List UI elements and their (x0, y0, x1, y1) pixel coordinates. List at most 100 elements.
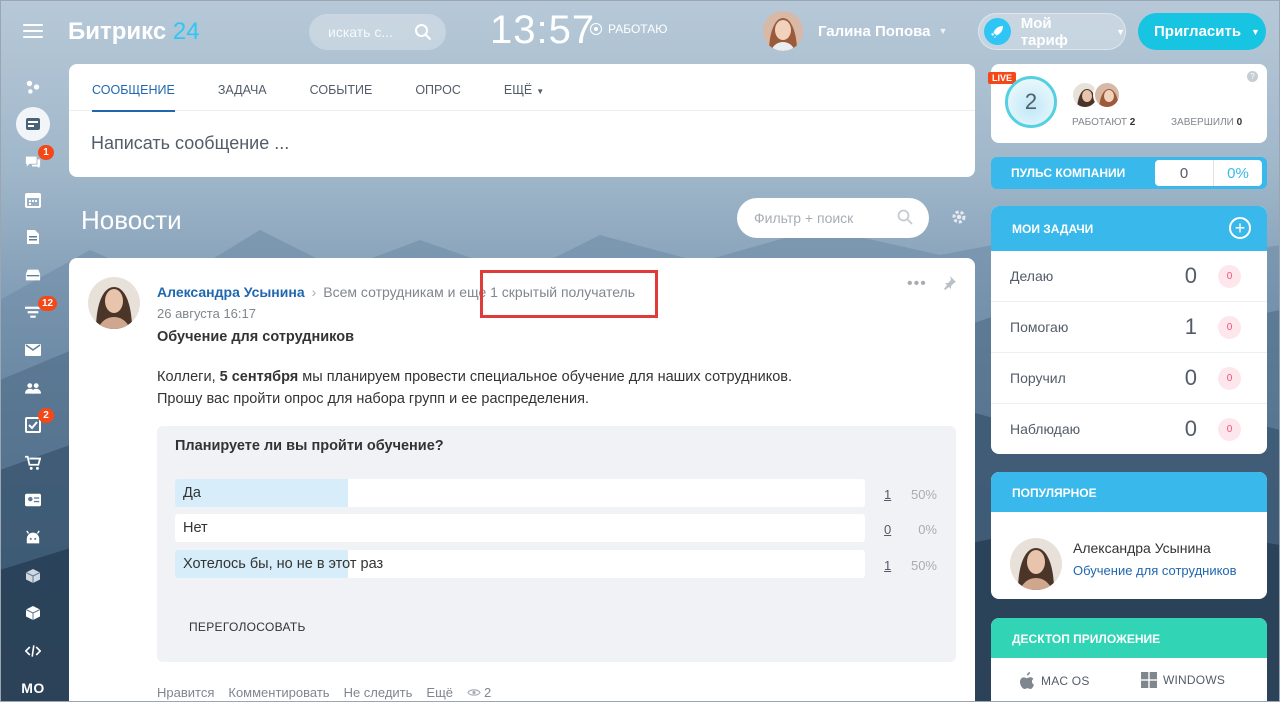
poll-question: Планируете ли вы пройти обучение? (175, 438, 444, 454)
live-badge: LIVE (988, 72, 1017, 84)
tab-more[interactable]: ЕЩЁ ▼ (504, 64, 544, 111)
task-row-label: Поручил (1010, 370, 1066, 386)
user-menu[interactable]: Галина Попова ▼ (763, 11, 947, 51)
post-recipients[interactable]: Всем сотрудникам и еще 1 скрытый получат… (323, 284, 635, 300)
popular-post-link[interactable]: Обучение для сотрудников (1073, 563, 1237, 578)
message-input[interactable]: Написать сообщение ... (69, 111, 975, 154)
poll-option-percent: 50% (910, 487, 937, 502)
popular-widget: ПОПУЛЯРНОЕ Александра Усынина Обучение д… (991, 472, 1267, 599)
sidebar-item-more[interactable]: МО (13, 670, 53, 702)
tab-message[interactable]: СООБЩЕНИЕ (92, 64, 175, 112)
activity-badge: 12 (38, 295, 58, 311)
views-counter[interactable]: 2 (467, 685, 491, 700)
logo-number: 24 (172, 18, 200, 45)
sidebar-item-shop[interactable] (13, 444, 53, 482)
poll-option[interactable]: Нет (175, 514, 865, 542)
poll-option-count[interactable]: 1 (884, 558, 891, 573)
sidebar-item-apps[interactable] (13, 557, 53, 595)
popular-author-name[interactable]: Александра Усынина (1073, 540, 1211, 556)
filter-search-input[interactable]: Фильтр + поиск (737, 198, 929, 238)
menu-toggle-icon[interactable] (23, 24, 43, 40)
poll-option[interactable]: Хотелось бы, но не в этот раз (175, 550, 865, 578)
unfollow-link[interactable]: Не следить (344, 685, 413, 700)
pin-icon[interactable] (942, 276, 956, 290)
task-row[interactable]: Помогаю 1 0 (991, 302, 1267, 353)
tab-more-label: ЕЩЁ (503, 83, 533, 97)
tariff-button[interactable]: Мой тариф ▼ (978, 13, 1126, 50)
sidebar-item-employees[interactable] (13, 369, 53, 407)
sidebar-item-mail[interactable] (13, 331, 53, 369)
clock[interactable]: 13:57 (490, 8, 595, 53)
revote-button[interactable]: ПЕРЕГОЛОСОВАТЬ (189, 620, 306, 634)
gear-icon[interactable] (950, 208, 968, 226)
tasks-title[interactable]: МОИ ЗАДАЧИ (1012, 222, 1093, 236)
avatar[interactable] (1093, 81, 1121, 109)
tab-poll[interactable]: ОПРОС (415, 64, 461, 111)
post-header: Александра Усынина › Всем сотрудникам и … (157, 284, 635, 300)
comment-link[interactable]: Комментировать (228, 685, 329, 700)
sidebar-item-calendar[interactable] (13, 181, 53, 219)
poll-option-percent: 50% (910, 558, 937, 573)
like-link[interactable]: Нравится (157, 685, 214, 700)
task-row-count: 0 (1184, 416, 1197, 441)
poll-option-label: Нет (183, 520, 208, 536)
post-actions: Нравится Комментировать Не следить Ещё 2 (157, 685, 491, 700)
author-avatar[interactable] (88, 277, 140, 329)
popular-title: ПОПУЛЯРНОЕ (991, 472, 1267, 512)
post-title: Обучение для сотрудников (157, 329, 355, 345)
sidebar-item-tasks[interactable]: 2 (13, 406, 54, 444)
task-row[interactable]: Делаю 0 0 (991, 251, 1267, 302)
cube-icon (25, 568, 41, 584)
more-link[interactable]: Ещё (426, 685, 453, 700)
sidebar-item-drive[interactable] (13, 256, 53, 294)
tab-task[interactable]: ЗАДАЧА (218, 64, 267, 111)
sidebar-item-contacts[interactable] (13, 482, 53, 520)
work-status[interactable]: РАБОТАЮ (590, 22, 667, 36)
more-options-icon[interactable]: ••• (907, 275, 927, 293)
sidebar-item-chat[interactable]: 1 (13, 143, 54, 181)
search-icon[interactable] (897, 209, 913, 228)
header-search-input[interactable]: искать с... (309, 14, 446, 50)
post-date[interactable]: 26 августа 16:17 (157, 306, 256, 321)
views-count: 2 (484, 685, 492, 700)
contact-card-icon (25, 492, 41, 508)
help-icon[interactable]: ? (1247, 71, 1258, 82)
task-row-label: Помогаю (1010, 319, 1069, 335)
pulse-value: 0 (1155, 160, 1213, 186)
task-row[interactable]: Поручил 0 0 (991, 353, 1267, 404)
search-icon[interactable] (414, 23, 432, 44)
chat-badge: 1 (38, 145, 54, 161)
company-pulse[interactable]: ПУЛЬС КОМПАНИИ 0 0% (991, 157, 1267, 189)
tariff-label: Мой тариф (1020, 14, 1068, 49)
filter-placeholder: Фильтр + поиск (754, 210, 854, 226)
chevron-down-icon: ▼ (1116, 26, 1125, 37)
mac-os-link[interactable]: MAC OS (1019, 672, 1090, 690)
post-author-link[interactable]: Александра Усынина (157, 284, 305, 300)
post-body-date: 5 сентября (219, 369, 299, 385)
tab-event[interactable]: СОБЫТИЕ (310, 64, 373, 111)
cart-icon (25, 455, 41, 471)
poll-option-count[interactable]: 1 (884, 487, 891, 502)
poll-option-count[interactable]: 0 (884, 522, 891, 537)
finished-label: ЗАВЕРШИЛИ (1171, 117, 1234, 128)
task-row-label: Делаю (1010, 268, 1054, 284)
sidebar-item-feed-main[interactable] (13, 106, 53, 144)
sidebar-item-developer[interactable] (13, 632, 53, 670)
task-row[interactable]: Наблюдаю 0 0 (991, 404, 1267, 454)
working-count: 2 (1129, 117, 1136, 128)
sidebar-item-sites[interactable] (13, 68, 53, 106)
add-task-icon[interactable]: + (1229, 217, 1251, 239)
sidebar-item-market[interactable] (13, 594, 53, 632)
calendar-icon (25, 192, 41, 208)
invite-button[interactable]: Пригласить ▼ (1138, 13, 1266, 50)
sidebar-item-documents[interactable] (13, 218, 53, 256)
sidebar-item-activity[interactable]: 12 (13, 294, 58, 332)
windows-link[interactable]: WINDOWS (1141, 672, 1225, 688)
popular-author-avatar[interactable] (1010, 538, 1062, 590)
poll-option[interactable]: Да (175, 479, 865, 507)
working-label: РАБОТАЮТ (1072, 117, 1127, 128)
task-row-badge: 0 (1218, 316, 1241, 339)
app-logo[interactable]: Битрикс 24 (68, 18, 200, 46)
live-counter[interactable]: 2 (1005, 76, 1057, 128)
sidebar-item-bots[interactable] (13, 519, 53, 557)
